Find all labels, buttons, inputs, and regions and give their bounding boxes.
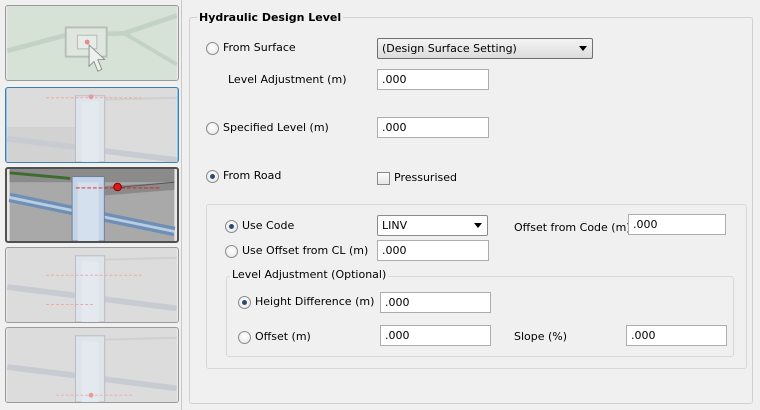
from-surface-radio[interactable] (206, 42, 219, 55)
code-dropdown[interactable]: LINV (377, 215, 488, 236)
thumbnail-strip (0, 0, 182, 410)
offset-radio[interactable] (238, 331, 251, 344)
height-difference-radio[interactable] (238, 296, 251, 309)
offset-input[interactable]: .000 (380, 325, 491, 346)
pressurised-checkbox[interactable] (377, 172, 390, 185)
section-view-from-road-illustration (8, 169, 176, 241)
thumbnail-section-view-1[interactable] (5, 87, 179, 163)
chevron-down-icon (579, 46, 587, 51)
thumbnail-section-view-from-road[interactable] (5, 167, 179, 243)
thumbnail-section-view-4[interactable] (5, 327, 179, 403)
thumbnail-section-view-3[interactable] (5, 247, 179, 323)
height-difference-input[interactable]: .000 (380, 292, 491, 313)
slope-input[interactable]: .000 (626, 325, 727, 346)
level-adjustment-optional-label: Level Adjustment (Optional) (230, 268, 389, 282)
offset-label: Offset (m) (255, 330, 311, 343)
level-adjustment-input[interactable]: .000 (377, 69, 489, 90)
pressurised-label: Pressurised (394, 171, 457, 184)
offset-from-code-input[interactable]: .000 (628, 214, 726, 235)
plan-view-illustration (6, 6, 178, 80)
specified-level-label: Specified Level (m) (223, 121, 329, 134)
height-difference-label: Height Difference (m) (255, 295, 375, 308)
specified-level-input[interactable]: .000 (377, 117, 489, 138)
from-surface-label: From Surface (223, 41, 296, 54)
use-offset-from-cl-radio[interactable] (225, 245, 238, 258)
design-surface-dropdown[interactable]: (Design Surface Setting) (377, 38, 593, 59)
section-view-1-illustration (6, 88, 178, 162)
level-adjustment-label: Level Adjustment (m) (228, 73, 347, 86)
specified-level-radio[interactable] (206, 122, 219, 135)
code-dropdown-value: LINV (382, 219, 408, 232)
use-code-radio[interactable] (225, 220, 238, 233)
from-road-label: From Road (223, 169, 282, 182)
use-code-label: Use Code (242, 219, 295, 232)
section-title: Hydraulic Design Level (197, 11, 344, 24)
section-view-4-illustration (6, 328, 178, 402)
use-offset-from-cl-label: Use Offset from CL (m) (242, 244, 369, 257)
slope-label: Slope (%) (514, 330, 568, 343)
offset-from-cl-input[interactable]: .000 (377, 240, 489, 261)
section-view-3-illustration (6, 248, 178, 322)
chevron-down-icon (474, 223, 482, 228)
design-surface-dropdown-value: (Design Surface Setting) (382, 42, 517, 55)
offset-from-code-label: Offset from Code (m) (514, 221, 631, 234)
from-road-radio[interactable] (206, 170, 219, 183)
thumbnail-plan-view[interactable] (5, 5, 179, 81)
